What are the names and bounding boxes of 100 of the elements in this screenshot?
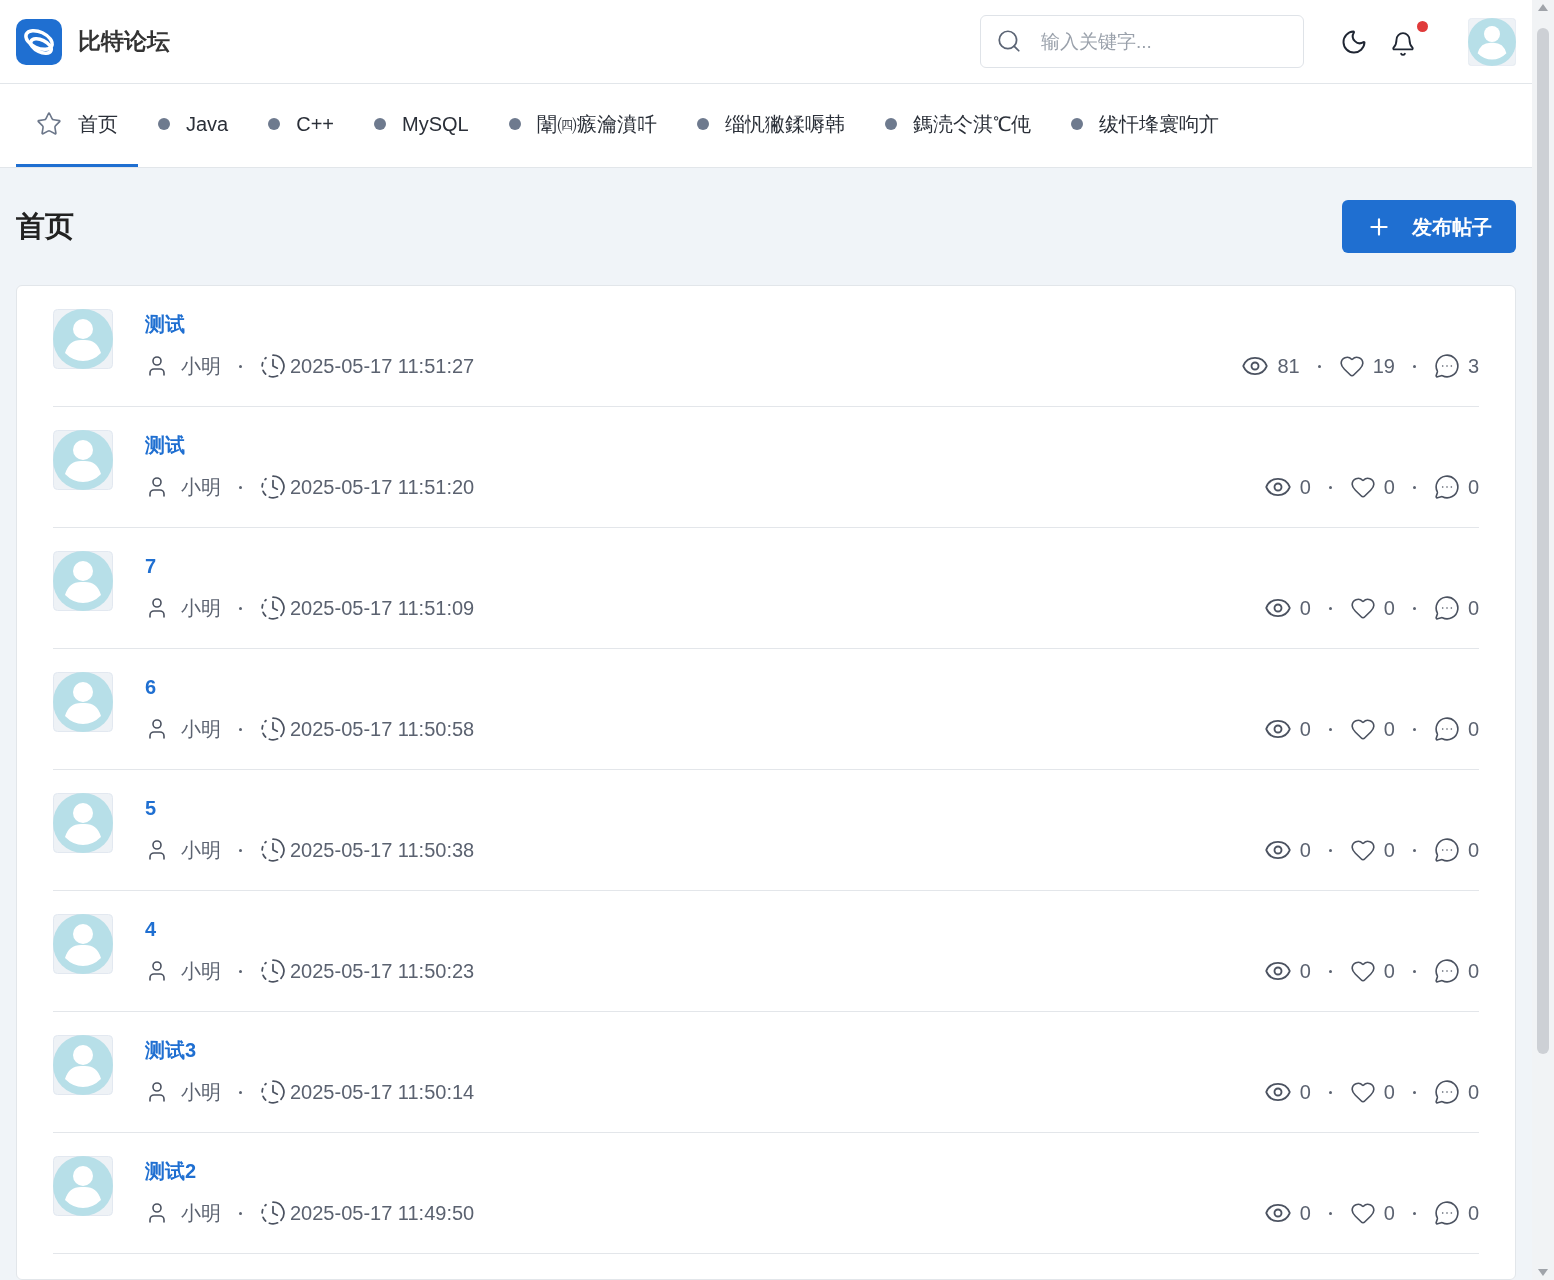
comment-count: 0	[1467, 838, 1479, 863]
post-title[interactable]: 7	[145, 551, 157, 581]
comment-icon	[1433, 474, 1460, 500]
comment-count: 0	[1467, 717, 1479, 742]
post-title[interactable]: 测试	[145, 309, 185, 339]
search-field[interactable]: 输入关键字...	[980, 15, 1304, 68]
nav-tab[interactable]: 闈㈣瘯瀹濆吀	[488, 84, 677, 167]
comment-count: 0	[1467, 596, 1479, 621]
avatar-icon	[53, 1035, 113, 1095]
like-count: 0	[1383, 1080, 1395, 1105]
heart-icon	[1349, 1200, 1376, 1226]
like-count: 0	[1383, 717, 1395, 742]
nav-tab[interactable]: MySQL	[354, 84, 489, 167]
like-count: 0	[1383, 838, 1395, 863]
view-count: 0	[1299, 596, 1311, 621]
avatar-icon	[53, 672, 113, 732]
post-time: 2025-05-17 11:51:20	[290, 475, 475, 500]
author-name[interactable]: 小明	[181, 351, 221, 381]
bullet-icon	[158, 118, 170, 130]
comment-count: 0	[1467, 959, 1479, 984]
view-count: 0	[1299, 838, 1311, 863]
like-count: 0	[1383, 475, 1395, 500]
bullet-icon	[508, 118, 521, 130]
avatar-icon	[53, 551, 113, 611]
post-time: 2025-05-17 11:50:14	[290, 1080, 475, 1105]
comment-icon	[1433, 837, 1460, 863]
author-name[interactable]: 小明	[181, 1077, 221, 1107]
like-count: 19	[1372, 354, 1395, 379]
comment-icon	[1433, 353, 1460, 379]
comment-count: 3	[1467, 354, 1479, 379]
bullet-icon	[1070, 118, 1083, 130]
post-time: 2025-05-17 11:49:50	[290, 1201, 475, 1226]
post-title[interactable]: 6	[145, 672, 157, 702]
post-title[interactable]: 测试	[145, 430, 185, 460]
heart-icon	[1349, 837, 1376, 863]
like-count: 0	[1383, 959, 1395, 984]
post-time: 2025-05-17 11:51:27	[290, 354, 475, 379]
nav-tab[interactable]: 鎷涜仒淇℃伅	[864, 84, 1051, 167]
comment-count: 0	[1467, 1080, 1479, 1105]
author-name[interactable]: 小明	[181, 593, 221, 623]
view-count: 0	[1299, 717, 1311, 742]
clock-icon	[260, 1200, 286, 1226]
star-icon	[36, 111, 62, 137]
heart-icon	[1349, 474, 1376, 500]
comment-icon	[1433, 1079, 1460, 1105]
author-name[interactable]: 小明	[181, 472, 221, 502]
bullet-icon	[374, 118, 387, 130]
heart-icon	[1349, 958, 1376, 984]
comment-icon	[1433, 958, 1460, 984]
bullet-icon	[268, 118, 281, 130]
author-name[interactable]: 小明	[181, 714, 221, 744]
post-title[interactable]: 测试3	[145, 1035, 197, 1065]
view-count: 0	[1299, 959, 1311, 984]
avatar-icon	[53, 309, 113, 369]
author-name[interactable]: 小明	[181, 956, 221, 986]
nav-tab[interactable]: 首页	[16, 84, 138, 167]
heart-icon	[1349, 716, 1376, 742]
search-icon	[996, 28, 1022, 54]
comment-icon	[1433, 1200, 1460, 1226]
new-post-button[interactable]: 发布帖子	[1342, 200, 1516, 253]
author-name[interactable]: 小明	[181, 835, 221, 865]
post-title[interactable]: 5	[145, 793, 157, 823]
avatar-icon	[53, 914, 113, 974]
avatar-icon	[1468, 17, 1516, 66]
page-title: 首页	[16, 208, 74, 244]
like-count: 0	[1383, 1201, 1395, 1226]
view-count: 0	[1299, 1201, 1311, 1226]
clock-icon	[260, 353, 286, 379]
clock-icon	[260, 474, 286, 500]
heart-icon	[1338, 353, 1365, 379]
post-time: 2025-05-17 11:50:38	[290, 838, 475, 863]
nav-tab[interactable]: 缁忛獙鍒嗕韩	[676, 84, 865, 167]
comment-icon	[1433, 716, 1460, 742]
clock-icon	[260, 595, 286, 621]
nav-tab[interactable]: C++	[248, 84, 355, 167]
heart-icon	[1349, 1079, 1376, 1105]
post-title[interactable]: 4	[145, 914, 157, 944]
clock-icon	[260, 837, 286, 863]
clock-icon	[260, 958, 286, 984]
comment-count: 0	[1467, 475, 1479, 500]
bell-icon	[1390, 30, 1416, 57]
bullet-icon	[884, 118, 897, 130]
avatar-icon	[53, 1156, 113, 1216]
comment-icon	[1433, 595, 1460, 621]
nav-tab[interactable]: Java	[138, 84, 249, 167]
post-title[interactable]: 测试2	[145, 1156, 197, 1186]
logo-icon[interactable]	[16, 18, 62, 65]
author-name[interactable]: 小明	[181, 1198, 221, 1228]
site-name[interactable]: 比特论坛	[78, 24, 170, 59]
comment-count: 0	[1467, 1201, 1479, 1226]
view-count: 0	[1299, 475, 1311, 500]
like-count: 0	[1383, 596, 1395, 621]
clock-icon	[260, 1079, 286, 1105]
clock-icon	[260, 716, 286, 742]
avatar-icon	[53, 430, 113, 490]
post-time: 2025-05-17 11:50:23	[290, 959, 475, 984]
bullet-icon	[696, 118, 709, 130]
post-time: 2025-05-17 11:50:58	[290, 717, 475, 742]
nav-tab[interactable]: 绂忓埄寰呴亣	[1050, 84, 1239, 167]
post-time: 2025-05-17 11:51:09	[290, 596, 475, 621]
